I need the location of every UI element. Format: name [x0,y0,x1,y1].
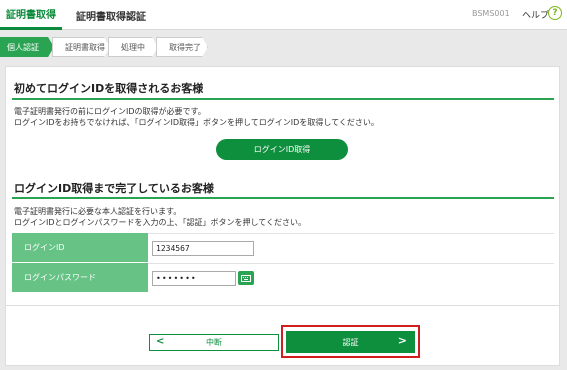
section-existing-desc-2: ログインIDとログインパスワードを入力の上、「認証」ボタンを押してください。 [14,218,307,227]
tab-certificate-acquisition[interactable]: 証明書取得 [0,0,62,30]
section-divider [12,197,554,199]
step-certificate-acquisition: 証明書取得 [52,37,110,57]
authenticate-button[interactable]: 認証 > [286,331,415,353]
login-id-row: ログインID 1234567 [12,233,554,262]
cancel-label: 中断 [206,338,222,347]
authenticate-label: 認証 [342,337,359,347]
progress-steps: 個人認証 証明書取得 処理中 取得完了 [0,37,567,59]
help-icon[interactable]: ? [548,6,562,20]
step-complete: 取得完了 [156,37,208,57]
footer-divider [5,305,560,306]
get-login-id-button[interactable]: ログインID取得 [216,139,348,160]
screen-id: BSMS001 [472,9,510,18]
password-label: ログインパスワード [12,263,148,292]
cancel-button[interactable]: < 中断 [149,334,279,351]
chevron-left-icon: < [156,336,165,347]
password-cell: ••••••• [148,263,554,292]
section-first-time-desc-1: 電子証明書発行の前にログインIDの取得が必要です。 [14,107,206,116]
section-divider [12,98,554,100]
step-processing: 処理中 [108,37,158,57]
section-existing-desc-1: 電子証明書発行に必要な本人認証を行います。 [14,207,182,216]
help-link[interactable]: ヘルプ [522,8,549,21]
login-id-cell: 1234567 [148,233,554,262]
chevron-right-icon: > [397,334,407,347]
software-keyboard-icon[interactable] [238,271,254,285]
section-existing-title: ログインID取得まで完了しているお客様 [14,182,214,195]
login-id-label: ログインID [12,233,148,262]
password-input[interactable]: ••••••• [152,271,236,286]
header-bar: 証明書取得 証明書取得認証 BSMS001 ヘルプ ? [0,0,567,30]
step-personal-auth: 個人認証 [0,37,54,57]
password-row: ログインパスワード ••••••• [12,263,554,292]
section-first-time-desc-2: ログインIDをお持ちでなければ、「ログインID取得」ボタンを押してログインIDを… [14,118,379,127]
login-id-input[interactable]: 1234567 [152,241,254,256]
page-title: 証明書取得認証 [76,11,146,23]
section-first-time-title: 初めてログインIDを取得されるお客様 [14,82,204,95]
